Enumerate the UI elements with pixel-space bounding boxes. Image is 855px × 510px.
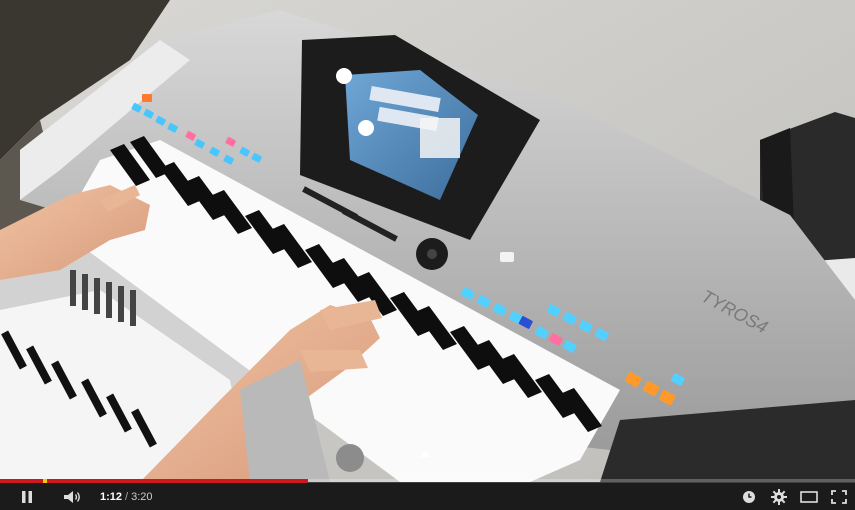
- total-duration: 3:20: [131, 490, 153, 503]
- fullscreen-icon: [831, 489, 847, 504]
- volume-button[interactable]: [58, 483, 88, 510]
- theater-mode-icon: [800, 490, 818, 503]
- fullscreen-button[interactable]: [826, 483, 852, 510]
- time-display: 1:12 / 3:20: [100, 483, 153, 510]
- video-frame[interactable]: TYROS4: [0, 0, 855, 482]
- caret-up-icon: [420, 451, 430, 457]
- clock-icon: [743, 490, 755, 503]
- control-bar: 1:12 / 3:20: [0, 483, 855, 510]
- volume-icon: [64, 490, 80, 503]
- current-time: 1:12: [100, 490, 123, 503]
- video-player[interactable]: TYROS4 1:12 / 3:20: [0, 0, 855, 510]
- theater-mode-button[interactable]: [796, 483, 822, 510]
- settings-button[interactable]: [767, 483, 791, 510]
- time-separator: /: [125, 490, 129, 503]
- pause-button[interactable]: [12, 483, 42, 510]
- pause-icon: [22, 490, 32, 503]
- watch-later-button[interactable]: [738, 483, 760, 510]
- video-still: TYROS4: [0, 0, 855, 482]
- gear-icon: [771, 488, 787, 505]
